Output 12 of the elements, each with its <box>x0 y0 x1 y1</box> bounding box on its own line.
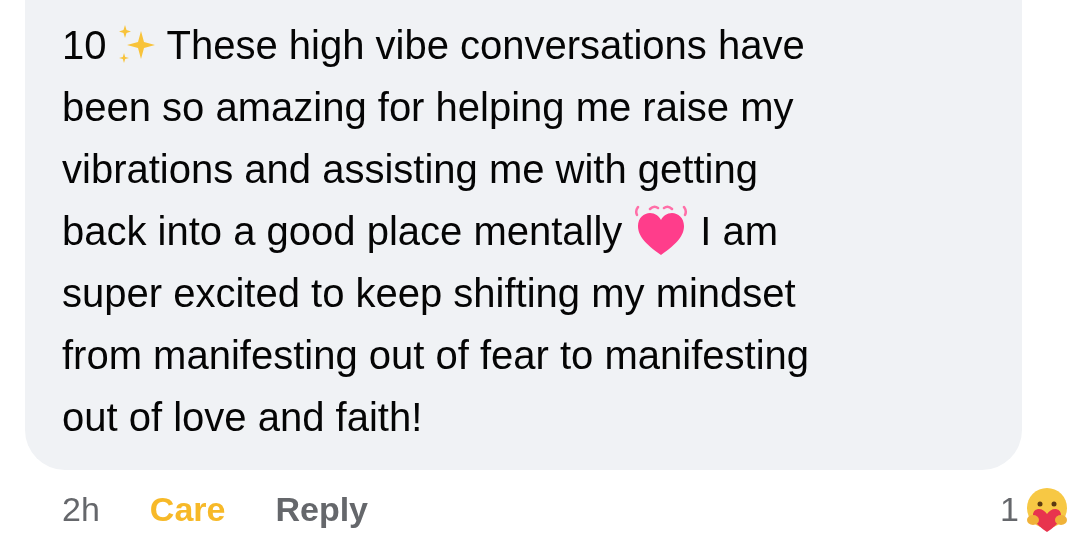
comment-text: vibrations and assisting me with getting <box>62 149 758 189</box>
comment-text: These high vibe conversations have <box>166 25 805 65</box>
comment-text: out of love and faith! <box>62 397 423 437</box>
reaction-count: 1 <box>1000 489 1019 530</box>
comment-time: 2h <box>62 489 100 530</box>
comment-text: super excited to keep shifting my mindset <box>62 273 796 313</box>
comment-text: from manifesting out of fear to manifesting <box>62 335 810 375</box>
comment-text: been so amazing for helping me raise my <box>62 87 794 127</box>
reply-button[interactable]: Reply <box>275 484 369 535</box>
comment-text: I am <box>700 211 779 251</box>
comment-text: 10 <box>62 25 107 65</box>
comment-text: back into a good place mentally <box>62 211 623 251</box>
